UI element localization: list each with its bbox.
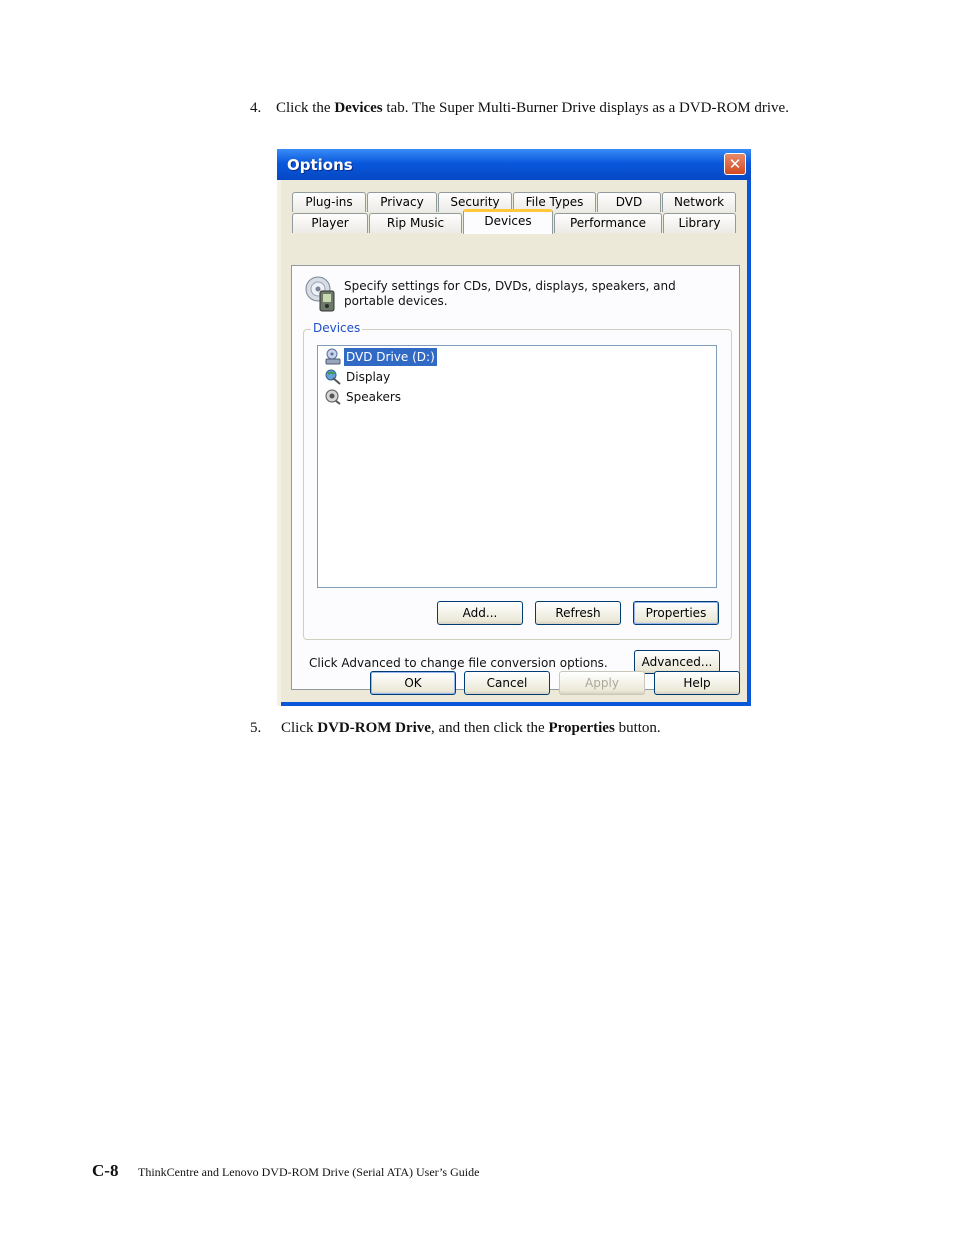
dialog-body: Plug-ins Privacy Security File Types DVD… [281, 180, 747, 702]
step-text: Click DVD-ROM Drive, and then click the … [281, 719, 661, 737]
devices-group-label: Devices [311, 321, 363, 335]
step-number: 5. [250, 720, 262, 736]
step-text-part: tab. The Super Multi-Burner Drive displa… [382, 100, 789, 116]
step-bold-term: DVD-ROM Drive [317, 720, 431, 736]
add-button[interactable]: Add... [437, 601, 523, 625]
apply-button[interactable]: Apply [559, 671, 645, 695]
book-title: ThinkCentre and Lenovo DVD-ROM Drive (Se… [138, 1165, 480, 1179]
tab-library[interactable]: Library [663, 213, 736, 233]
device-settings-icon [305, 276, 335, 312]
step-text-part: , and then click the [430, 720, 549, 736]
dvd-drive-icon [325, 348, 341, 365]
speakers-icon [325, 389, 341, 405]
device-label: Speakers [346, 390, 402, 404]
tab-dvd[interactable]: DVD [597, 192, 661, 212]
properties-button[interactable]: Properties [633, 601, 719, 625]
refresh-button[interactable]: Refresh [535, 601, 621, 625]
device-list[interactable]: DVD Drive (D:) Display Speakers [317, 345, 717, 588]
step-bold-term: Devices [334, 100, 383, 116]
dialog-title: Options [287, 156, 353, 174]
device-label: DVD Drive (D:) [344, 348, 437, 366]
step-text-part: button. [614, 720, 661, 736]
close-icon[interactable]: ✕ [724, 153, 746, 175]
step-bold-term: Properties [548, 720, 615, 736]
step-text-part: Click [281, 720, 318, 736]
devices-tab-panel: Specify settings for CDs, DVDs, displays… [291, 265, 740, 690]
devices-group: Devices DVD Drive (D:) Display Speakers … [303, 321, 732, 640]
tab-privacy[interactable]: Privacy [367, 192, 437, 212]
devices-description: Specify settings for CDs, DVDs, displays… [344, 279, 676, 308]
tab-network[interactable]: Network [662, 192, 736, 212]
tab-rip-music[interactable]: Rip Music [369, 213, 462, 233]
title-bar[interactable]: Options ✕ [277, 149, 751, 180]
advanced-hint: Click Advanced to change file conversion… [309, 656, 608, 670]
step-text: Click the Devices tab. The Super Multi-B… [276, 99, 836, 117]
step-text-part: Click the [276, 100, 335, 116]
device-label: Display [346, 370, 391, 384]
tab-plug-ins[interactable]: Plug-ins [292, 192, 366, 212]
tab-player[interactable]: Player [292, 213, 368, 233]
tab-devices[interactable]: Devices [463, 209, 553, 234]
display-icon [325, 369, 341, 385]
page-number: C-8 [92, 1161, 119, 1180]
help-button[interactable]: Help [654, 671, 740, 695]
cancel-button[interactable]: Cancel [464, 671, 550, 695]
tab-performance[interactable]: Performance [554, 213, 662, 233]
options-dialog: Options ✕ Plug-ins Privacy Security File… [277, 149, 751, 706]
step-number: 4. [250, 100, 262, 116]
ok-button[interactable]: OK [370, 671, 456, 695]
